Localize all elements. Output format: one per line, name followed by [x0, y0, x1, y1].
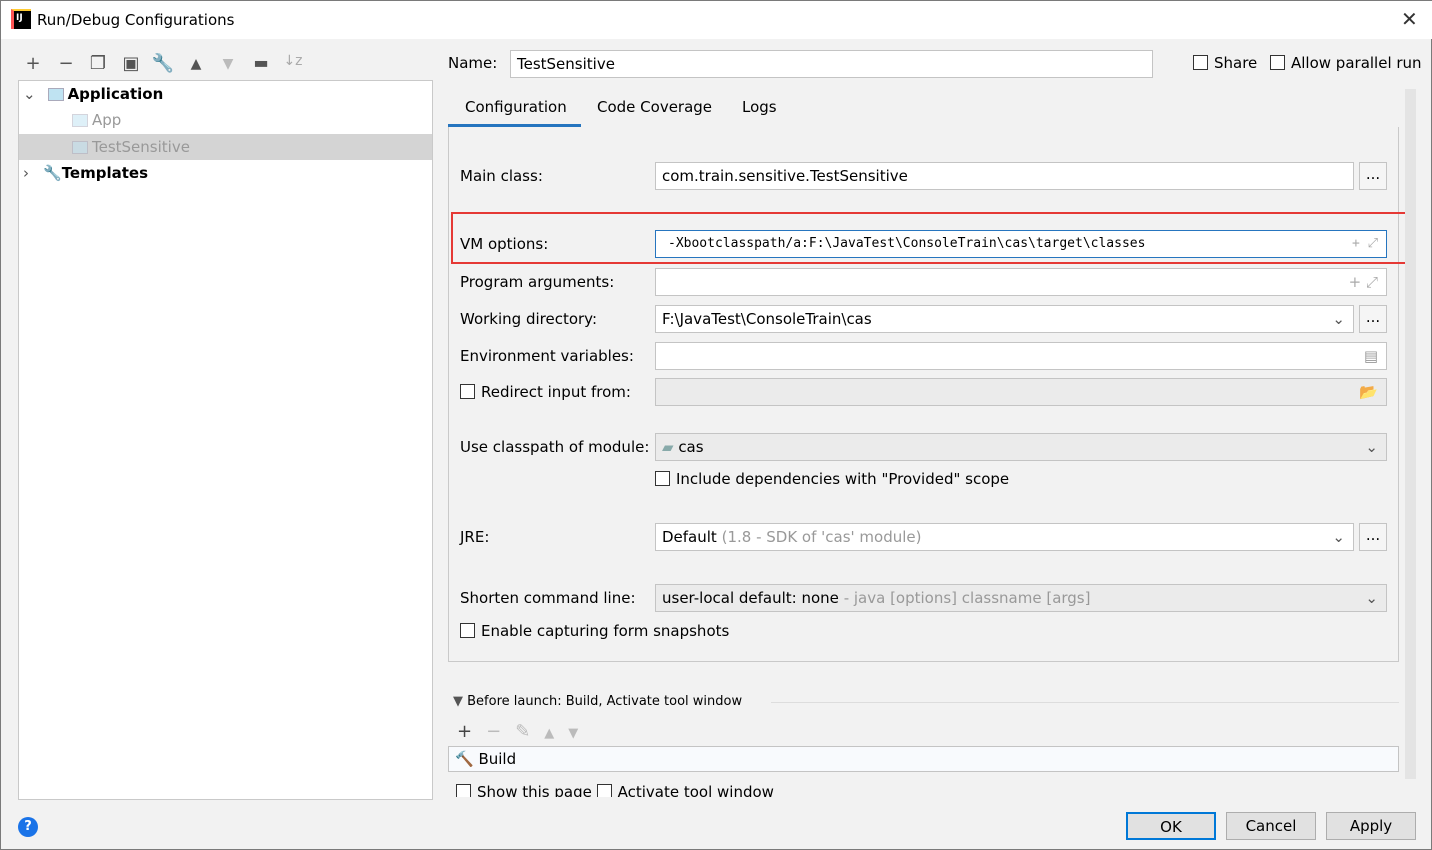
expand-icon[interactable]: + ⤢: [1349, 269, 1378, 295]
move-down-icon[interactable]: ▼: [568, 726, 592, 741]
remove-icon[interactable]: −: [54, 53, 78, 74]
browse-button[interactable]: ...: [1359, 305, 1387, 333]
working-directory-label: Working directory:: [460, 310, 598, 328]
chevron-down-icon: ⌄: [1365, 589, 1378, 607]
window-title: Run/Debug Configurations: [37, 11, 235, 29]
ok-button[interactable]: OK: [1126, 812, 1216, 840]
tree-application[interactable]: ⌄ Application: [19, 81, 432, 107]
document-icon[interactable]: ▤: [1364, 343, 1378, 369]
vm-options-input[interactable]: -Xbootclasspath/a:F:\JavaTest\ConsoleTra…: [655, 230, 1387, 258]
program-arguments-input[interactable]: + ⤢: [655, 268, 1387, 296]
application-icon: [72, 114, 88, 127]
main-class-input[interactable]: com.train.sensitive.TestSensitive: [655, 162, 1354, 190]
chevron-down-icon: ⌄: [1332, 528, 1345, 546]
help-icon[interactable]: ?: [18, 817, 38, 837]
save-icon[interactable]: ▣: [119, 53, 143, 74]
wrench-icon[interactable]: 🔧: [151, 53, 175, 74]
close-icon[interactable]: ✕: [1401, 7, 1418, 31]
tab-configuration[interactable]: Configuration: [465, 98, 567, 116]
program-arguments-label: Program arguments:: [460, 273, 615, 291]
env-variables-input[interactable]: ▤: [655, 342, 1387, 370]
tree-testsensitive[interactable]: TestSensitive: [19, 134, 432, 160]
tab-code-coverage[interactable]: Code Coverage: [597, 98, 712, 116]
share-checkbox[interactable]: Share: [1193, 54, 1257, 72]
apply-button[interactable]: Apply: [1326, 812, 1416, 840]
before-launch-header[interactable]: ▼ Before launch: Build, Activate tool wi…: [453, 694, 742, 709]
remove-icon[interactable]: −: [486, 721, 515, 742]
shorten-select[interactable]: user-local default: none - java [options…: [655, 584, 1387, 612]
new-folder-icon[interactable]: ▬: [249, 53, 273, 72]
working-directory-input[interactable]: F:\JavaTest\ConsoleTrain\cas ⌄: [655, 305, 1354, 333]
application-icon: [47, 88, 64, 101]
add-icon[interactable]: +: [457, 721, 486, 742]
chevron-down-icon: ⌄: [1365, 438, 1378, 456]
chevron-down-icon[interactable]: ⌄: [1332, 306, 1345, 332]
main-class-label: Main class:: [460, 167, 543, 185]
add-icon[interactable]: +: [21, 53, 45, 74]
jre-select[interactable]: Default (1.8 - SDK of 'cas' module) ⌄: [655, 523, 1354, 551]
app-logo: IJ: [11, 9, 31, 29]
divider: [771, 702, 1399, 703]
browse-button[interactable]: ...: [1359, 162, 1387, 190]
browse-button[interactable]: ...: [1359, 523, 1387, 551]
wrench-icon: 🔧: [43, 164, 62, 182]
application-icon: [72, 141, 88, 154]
module-select[interactable]: ▰ cas ⌄: [655, 433, 1387, 461]
jre-label: JRE:: [460, 528, 490, 546]
shorten-label: Shorten command line:: [460, 589, 636, 607]
cancel-button[interactable]: Cancel: [1226, 812, 1316, 840]
build-item[interactable]: 🔨 Build: [448, 746, 1399, 772]
hammer-icon: 🔨: [455, 750, 474, 768]
snapshots-checkbox[interactable]: Enable capturing form snapshots: [460, 622, 729, 640]
activate-window-checkbox[interactable]: Activate tool window: [596, 783, 774, 797]
folder-icon[interactable]: 📂: [1359, 379, 1378, 405]
expand-icon[interactable]: + ⤢: [1352, 231, 1378, 257]
name-label: Name:: [448, 54, 498, 72]
config-tree: ⌄ Application App TestSensitive › 🔧Templat…: [18, 80, 433, 800]
env-variables-label: Environment variables:: [460, 347, 634, 365]
tab-logs[interactable]: Logs: [742, 98, 777, 116]
sort-icon[interactable]: ↓z: [281, 53, 305, 69]
move-up-icon[interactable]: ▲: [184, 56, 208, 72]
name-input[interactable]: TestSensitive: [510, 50, 1153, 78]
module-icon: ▰: [662, 438, 679, 456]
redirect-input-field[interactable]: 📂: [655, 378, 1387, 406]
include-deps-checkbox[interactable]: Include dependencies with "Provided" sco…: [655, 470, 1009, 488]
before-launch-toolbar: +−✎▲▼: [457, 721, 592, 742]
vm-options-label: VM options:: [460, 235, 549, 253]
show-page-checkbox[interactable]: Show this page: [456, 783, 592, 797]
module-label: Use classpath of module:: [460, 438, 650, 456]
before-launch-options: Show this page Activate tool window: [456, 783, 786, 797]
scrollbar[interactable]: [1405, 89, 1416, 779]
move-down-icon[interactable]: ▼: [216, 56, 240, 72]
redirect-input-checkbox[interactable]: Redirect input from:: [460, 383, 631, 401]
edit-icon[interactable]: ✎: [515, 721, 544, 742]
copy-icon[interactable]: ❐: [86, 53, 110, 74]
tree-templates[interactable]: › 🔧Templates: [19, 160, 432, 186]
tree-app[interactable]: App: [19, 107, 432, 133]
parallel-checkbox[interactable]: Allow parallel run: [1270, 54, 1422, 72]
move-up-icon[interactable]: ▲: [544, 726, 568, 741]
